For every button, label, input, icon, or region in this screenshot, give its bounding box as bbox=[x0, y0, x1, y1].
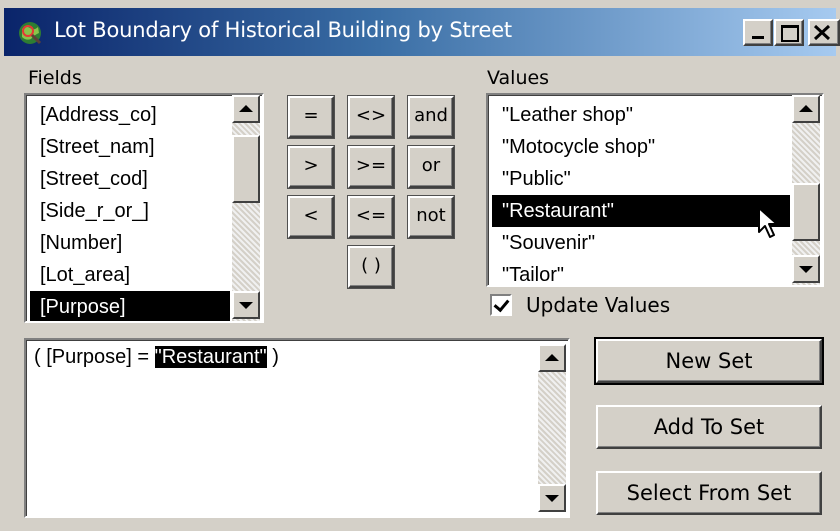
select-from-set-button[interactable]: Select From Set bbox=[596, 471, 822, 515]
minimize-button[interactable] bbox=[743, 19, 773, 46]
field-item[interactable]: [Address_co] bbox=[30, 99, 230, 131]
value-item-selected[interactable]: "Restaurant" bbox=[492, 195, 790, 227]
not-button[interactable]: not bbox=[407, 195, 455, 239]
or-button[interactable]: or bbox=[407, 145, 455, 189]
expression-suffix: ) bbox=[266, 346, 279, 368]
value-item[interactable]: "Souvenir" bbox=[492, 227, 790, 259]
arrow-down-icon bbox=[545, 495, 559, 502]
expression-text: ( [Purpose] = "Restaurant" ) bbox=[34, 346, 279, 369]
greater-than-button[interactable]: > bbox=[287, 145, 335, 189]
add-to-set-button[interactable]: Add To Set bbox=[596, 405, 822, 449]
close-icon bbox=[813, 24, 831, 41]
value-item[interactable]: "Leather shop" bbox=[492, 99, 790, 131]
fields-scrollbar[interactable] bbox=[232, 95, 260, 321]
mouse-pointer-icon bbox=[758, 207, 778, 238]
fields-scroll-thumb[interactable] bbox=[232, 135, 260, 203]
field-item[interactable]: [Side_r_or_] bbox=[30, 195, 230, 227]
and-button[interactable]: and bbox=[407, 95, 455, 139]
window-title: Lot Boundary of Historical Building by S… bbox=[54, 18, 512, 42]
value-item[interactable]: "Motocycle shop" bbox=[492, 131, 790, 163]
values-scroll-down-button[interactable] bbox=[792, 255, 820, 283]
equals-button[interactable]: = bbox=[287, 95, 335, 139]
not-equal-button[interactable]: <> bbox=[347, 95, 395, 139]
arrow-up-icon bbox=[239, 105, 253, 112]
fields-label: Fields bbox=[28, 67, 82, 89]
expression-scroll-up-button[interactable] bbox=[538, 344, 566, 372]
expression-scroll-down-button[interactable] bbox=[538, 484, 566, 512]
arrow-up-icon bbox=[799, 105, 813, 112]
field-item-selected[interactable]: [Purpose] bbox=[30, 291, 230, 321]
close-button[interactable] bbox=[808, 19, 840, 46]
greater-equal-button[interactable]: >= bbox=[347, 145, 395, 189]
value-item[interactable]: "Public" bbox=[492, 163, 790, 195]
title-bar[interactable]: Lot Boundary of Historical Building by S… bbox=[4, 8, 840, 56]
values-scroll-up-button[interactable] bbox=[792, 95, 820, 123]
maximize-button[interactable] bbox=[774, 19, 804, 46]
expression-textarea[interactable]: ( [Purpose] = "Restaurant" ) bbox=[24, 338, 570, 518]
values-listbox[interactable]: "Leather shop" "Motocycle shop" "Public"… bbox=[486, 93, 824, 287]
less-equal-button[interactable]: <= bbox=[347, 195, 395, 239]
field-item[interactable]: [Street_nam] bbox=[30, 131, 230, 163]
arrow-down-icon bbox=[239, 302, 253, 309]
values-label: Values bbox=[487, 67, 550, 89]
fields-listbox[interactable]: [Address_co] [Street_nam] [Street_cod] [… bbox=[24, 93, 264, 323]
fields-scroll-up-button[interactable] bbox=[232, 95, 260, 123]
parentheses-button[interactable]: ( ) bbox=[347, 245, 395, 289]
expression-highlight: "Restaurant" bbox=[154, 346, 267, 368]
new-set-button[interactable]: New Set bbox=[594, 337, 824, 385]
globe-query-icon bbox=[19, 22, 42, 45]
values-scrollbar[interactable] bbox=[792, 95, 820, 285]
arrow-up-icon bbox=[545, 354, 559, 361]
query-dialog: Lot Boundary of Historical Building by S… bbox=[0, 0, 840, 531]
fields-scroll-down-button[interactable] bbox=[232, 291, 260, 319]
update-values-label: Update Values bbox=[526, 293, 671, 317]
field-item[interactable]: [Number] bbox=[30, 227, 230, 259]
less-than-button[interactable]: < bbox=[287, 195, 335, 239]
update-values-checkbox[interactable] bbox=[490, 294, 512, 316]
field-item[interactable]: [Street_cod] bbox=[30, 163, 230, 195]
field-item[interactable]: [Lot_area] bbox=[30, 259, 230, 291]
expression-scrollbar[interactable] bbox=[538, 344, 566, 512]
arrow-down-icon bbox=[799, 266, 813, 273]
expression-prefix: ( [Purpose] = bbox=[34, 346, 155, 368]
values-scroll-thumb[interactable] bbox=[792, 183, 820, 241]
value-item[interactable]: "Tailor" bbox=[492, 259, 790, 285]
